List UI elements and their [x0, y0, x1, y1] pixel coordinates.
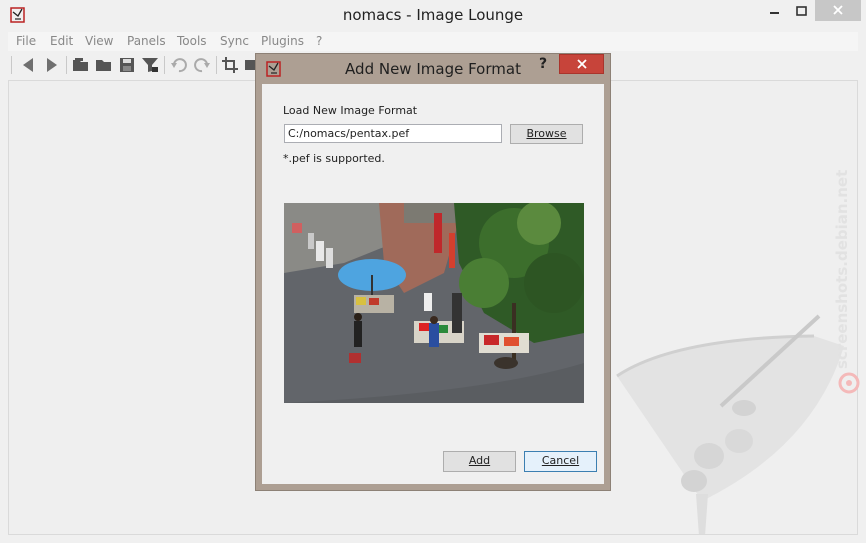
menu-file[interactable]: File: [16, 34, 36, 48]
folder-icon[interactable]: [95, 57, 113, 73]
add-image-format-dialog: Add New Image Format ? Load New Image Fo…: [255, 53, 611, 491]
file-path-input[interactable]: [284, 124, 502, 143]
cancel-button[interactable]: Cancel: [524, 451, 597, 472]
open-folder-icon[interactable]: [72, 57, 90, 73]
filter-icon[interactable]: [141, 57, 159, 73]
watermark: screenshots.debian.net: [832, 160, 862, 410]
rotate-left-icon[interactable]: [170, 57, 188, 73]
save-icon[interactable]: [118, 57, 136, 73]
watermark-logo-icon: [838, 372, 860, 394]
martini-glass-logo: [616, 314, 844, 534]
menu-plugins[interactable]: Plugins: [261, 34, 304, 48]
crop-icon[interactable]: [222, 57, 240, 73]
minimize-button[interactable]: [762, 0, 786, 21]
menu-sync[interactable]: Sync: [220, 34, 249, 48]
menu-edit[interactable]: Edit: [50, 34, 73, 48]
close-button[interactable]: [815, 0, 861, 21]
add-label: Add: [468, 454, 491, 467]
supported-status: *.pef is supported.: [283, 152, 385, 165]
cancel-label: Cancel: [541, 454, 580, 467]
toolbar-separator: [216, 56, 217, 74]
browse-label: Browse: [526, 127, 567, 140]
dialog-close-button[interactable]: [559, 54, 604, 74]
rotate-right-icon[interactable]: [193, 57, 211, 73]
toolbar-grip: [11, 56, 12, 74]
toolbar-separator: [164, 56, 165, 74]
minimize-icon: [770, 12, 779, 14]
add-button[interactable]: Add: [443, 451, 516, 472]
arrow-right-icon[interactable]: [42, 57, 60, 73]
menu-help[interactable]: ?: [316, 34, 322, 48]
menu-bar: File Edit View Panels Tools Sync Plugins…: [8, 32, 858, 51]
load-format-label: Load New Image Format: [283, 104, 418, 117]
maximize-icon: [796, 6, 807, 16]
window-titlebar: nomacs - Image Lounge: [0, 0, 866, 31]
dialog-title: Add New Image Format: [345, 60, 521, 78]
window-title: nomacs - Image Lounge: [342, 6, 524, 24]
close-icon: [577, 59, 587, 69]
menu-panels[interactable]: Panels: [127, 34, 166, 48]
browse-button[interactable]: Browse: [510, 124, 583, 144]
close-icon: [833, 5, 843, 15]
menu-view[interactable]: View: [85, 34, 113, 48]
dialog-help-button[interactable]: ?: [539, 56, 547, 72]
menu-tools[interactable]: Tools: [177, 34, 207, 48]
toolbar-separator: [66, 56, 67, 74]
maximize-button[interactable]: [789, 0, 813, 21]
image-preview: [284, 203, 584, 403]
dialog-body: Load New Image Format Browse *.pef is su…: [262, 84, 604, 484]
arrow-left-icon[interactable]: [20, 57, 38, 73]
watermark-text: screenshots.debian.net: [833, 169, 851, 369]
